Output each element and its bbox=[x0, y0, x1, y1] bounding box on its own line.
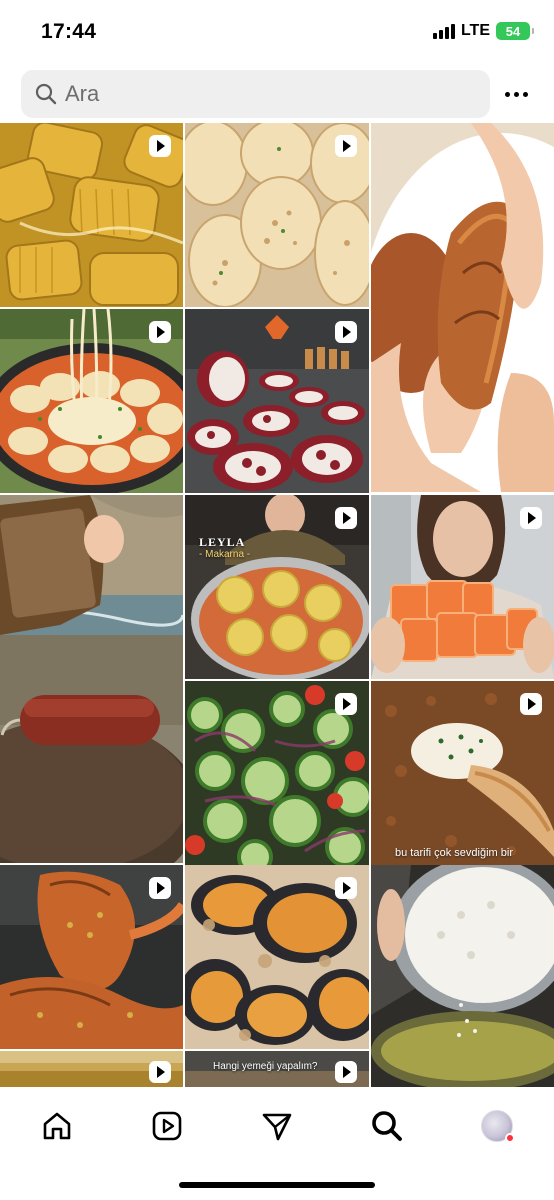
more-options-button[interactable] bbox=[496, 78, 536, 110]
reel-icon bbox=[149, 877, 171, 899]
reel-icon bbox=[335, 507, 357, 529]
grid-tile-corn[interactable] bbox=[0, 123, 183, 307]
status-bar: 17:44 LTE 54 bbox=[0, 0, 554, 66]
battery-level: 54 bbox=[505, 23, 521, 39]
potato-roll-image bbox=[371, 123, 554, 492]
reel-icon bbox=[149, 135, 171, 157]
home-icon bbox=[43, 1112, 71, 1140]
grid-tile-flatbread[interactable] bbox=[185, 123, 369, 307]
home-indicator[interactable] bbox=[179, 1182, 375, 1188]
grid-tile-cucumber-salad[interactable] bbox=[185, 681, 369, 865]
profile-avatar bbox=[481, 1110, 515, 1143]
nav-messages[interactable] bbox=[257, 1106, 297, 1146]
search-bar-row bbox=[0, 70, 554, 118]
grid-tile-bottom-1[interactable] bbox=[0, 1051, 183, 1087]
grid-tile-salmon-hand[interactable] bbox=[371, 495, 554, 679]
status-indicators: LTE 54 bbox=[432, 22, 534, 40]
battery-icon: 54 bbox=[496, 22, 534, 40]
explore-grid: LEYLA - Makarna - bu tarifi çok sevdiğim… bbox=[0, 123, 554, 1087]
reel-icon bbox=[149, 1061, 171, 1083]
grid-tile-cheese-ring[interactable] bbox=[0, 309, 183, 493]
video-caption: Hangi yemeği yapalım? bbox=[213, 1061, 318, 1072]
reel-icon bbox=[520, 507, 542, 529]
reel-icon bbox=[520, 693, 542, 715]
video-title: LEYLA bbox=[199, 535, 246, 549]
reel-icon bbox=[335, 693, 357, 715]
reel-icon bbox=[149, 321, 171, 343]
grid-tile-sausage-rolls[interactable] bbox=[185, 309, 369, 493]
grid-tile-stuffed-mussels[interactable] bbox=[185, 865, 369, 1049]
nav-home[interactable] bbox=[37, 1106, 77, 1146]
grid-tile-lobster[interactable] bbox=[0, 865, 183, 1049]
grid-tile-leyla-makarna[interactable]: LEYLA - Makarna - bbox=[185, 495, 369, 679]
search-input[interactable] bbox=[65, 70, 475, 118]
reel-icon bbox=[335, 1061, 357, 1083]
grid-tile-sucuk-outdoor[interactable] bbox=[0, 495, 183, 863]
reel-icon bbox=[335, 321, 357, 343]
reel-icon bbox=[335, 877, 357, 899]
network-label: LTE bbox=[460, 22, 490, 39]
more-dot-icon bbox=[504, 91, 510, 97]
search-icon bbox=[35, 83, 57, 105]
nav-search[interactable] bbox=[367, 1106, 407, 1146]
grid-tile-bottom-2[interactable]: Hangi yemeği yapalım? bbox=[185, 1051, 369, 1087]
nav-reels[interactable] bbox=[147, 1106, 187, 1146]
status-time: 17:44 bbox=[41, 20, 97, 43]
onion-fry-image bbox=[371, 865, 554, 1087]
more-dot-icon bbox=[522, 91, 528, 97]
signal-icon bbox=[432, 23, 455, 39]
grid-tile-potato-roll[interactable] bbox=[371, 123, 554, 492]
video-caption: bu tarifi çok sevdiğim bir bbox=[395, 847, 513, 859]
notification-dot bbox=[505, 1133, 515, 1143]
grid-tile-onion-fry[interactable] bbox=[371, 865, 554, 1087]
more-dot-icon bbox=[513, 91, 519, 97]
search-icon bbox=[372, 1111, 402, 1141]
nav-profile[interactable] bbox=[477, 1106, 517, 1146]
video-subtitle: - Makarna - bbox=[199, 549, 251, 560]
reels-icon bbox=[152, 1111, 182, 1141]
send-icon bbox=[262, 1113, 292, 1141]
sucuk-outdoor-image bbox=[0, 495, 183, 863]
search-box[interactable] bbox=[21, 70, 490, 118]
reel-icon bbox=[335, 135, 357, 157]
grid-tile-lahmacun[interactable]: bu tarifi çok sevdiğim bir bbox=[371, 681, 554, 865]
